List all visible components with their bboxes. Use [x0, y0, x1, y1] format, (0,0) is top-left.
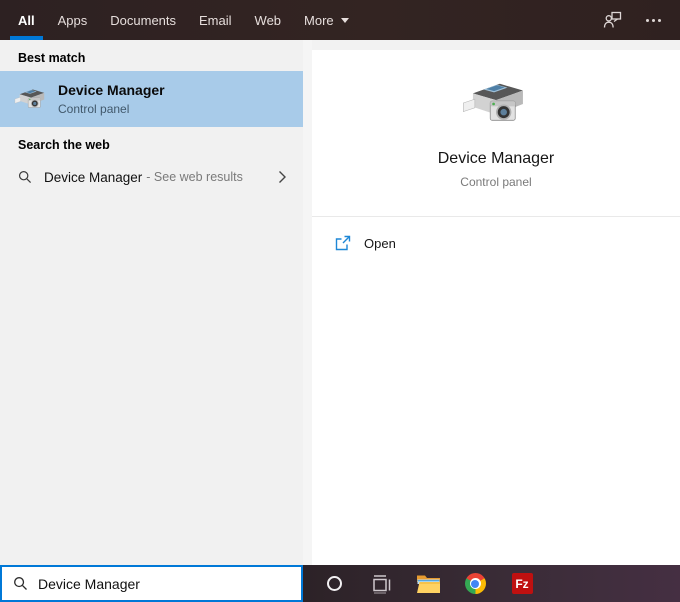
tab-web[interactable]: Web: [255, 0, 282, 40]
bottom-bar: Fz: [0, 565, 680, 602]
tab-label: More: [304, 12, 334, 28]
tab-all[interactable]: All: [10, 0, 43, 40]
chevron-right-icon: [278, 170, 287, 184]
search-icon: [13, 576, 28, 591]
search-icon: [18, 170, 32, 184]
web-suffix: - See web results: [146, 170, 243, 184]
filter-tabs: All Apps Documents Email Web More: [10, 0, 349, 40]
result-title: Device Manager: [58, 82, 165, 98]
tab-label: Documents: [110, 12, 177, 28]
filezilla-logo-label: Fz: [511, 573, 533, 594]
search-input[interactable]: [38, 575, 301, 592]
search-box[interactable]: [0, 565, 303, 602]
preview-title: Device Manager: [437, 150, 555, 167]
tab-apps[interactable]: Apps: [58, 0, 88, 40]
tab-email[interactable]: Email: [199, 0, 232, 40]
user-options-icon[interactable]: [602, 9, 624, 31]
header-actions: [602, 0, 680, 40]
open-label: Open: [364, 235, 396, 251]
tab-label: Email: [199, 12, 232, 28]
cortana-icon[interactable]: [321, 571, 347, 597]
taskbar: Fz: [303, 565, 680, 602]
open-action[interactable]: Open: [312, 217, 680, 251]
windows-search-panel: All Apps Documents Email Web More Best m…: [0, 0, 680, 602]
device-manager-icon: [14, 86, 48, 112]
tab-label: Web: [254, 12, 282, 28]
filezilla-icon[interactable]: Fz: [509, 571, 535, 597]
results-list: Best match Device Manager Control panel …: [0, 40, 303, 565]
results-area: Best match Device Manager Control panel …: [0, 40, 680, 565]
tab-label: All: [18, 12, 35, 28]
web-result-device-manager[interactable]: Device Manager - See web results: [0, 158, 303, 196]
device-manager-icon: [459, 78, 533, 128]
best-match-section-label: Best match: [18, 51, 86, 65]
file-explorer-icon[interactable]: [415, 571, 441, 597]
best-match-result-device-manager[interactable]: Device Manager Control panel: [0, 71, 303, 127]
tab-label: Apps: [57, 12, 88, 28]
task-view-icon[interactable]: [368, 571, 394, 597]
tab-documents[interactable]: Documents: [110, 0, 176, 40]
ellipsis-icon[interactable]: [642, 9, 664, 31]
panel-divider: [303, 40, 312, 565]
result-subtitle: Control panel: [58, 102, 130, 116]
web-query: Device Manager: [44, 169, 143, 185]
preview-card: Device Manager Control panel Open: [312, 50, 680, 565]
preview-subtitle: Control panel: [460, 175, 532, 189]
search-web-section-label: Search the web: [18, 138, 110, 152]
preview-area: Device Manager Control panel Open: [312, 40, 680, 565]
open-external-icon: [335, 235, 351, 251]
chrome-icon[interactable]: [462, 571, 488, 597]
tab-more[interactable]: More: [304, 0, 349, 40]
search-filter-bar: All Apps Documents Email Web More: [0, 0, 680, 40]
chevron-down-icon: [340, 17, 349, 23]
